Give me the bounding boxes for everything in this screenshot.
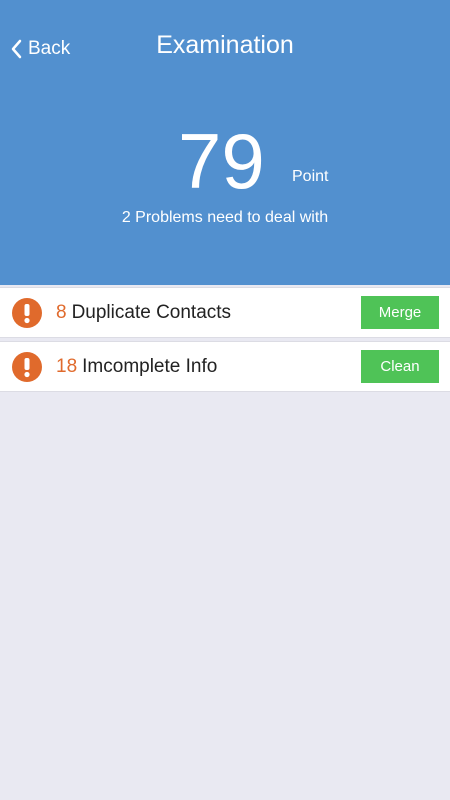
problem-text: 8 Duplicate Contacts [56, 288, 231, 337]
clean-button[interactable]: Clean [361, 350, 439, 383]
score-unit: Point [292, 168, 329, 185]
problem-text: 18 Imcomplete Info [56, 342, 217, 391]
page-title: Examination [156, 31, 294, 59]
problem-row-incomplete: 18 Imcomplete Info Clean [0, 341, 450, 392]
score-value: 79 [178, 117, 265, 205]
examination-header: Back Examination 79 Point 2 Problems nee… [0, 0, 450, 285]
merge-button[interactable]: Merge [361, 296, 439, 329]
problem-row-duplicates: 8 Duplicate Contacts Merge [0, 287, 450, 338]
problem-label: Duplicate Contacts [71, 301, 232, 323]
problem-label: Imcomplete Info [82, 355, 218, 377]
problem-count: 8 [56, 301, 67, 323]
exclamation-icon [12, 352, 42, 382]
problem-count: 18 [56, 355, 78, 377]
problems-summary: 2 Problems need to deal with [121, 209, 329, 226]
exclamation-icon [12, 298, 42, 328]
